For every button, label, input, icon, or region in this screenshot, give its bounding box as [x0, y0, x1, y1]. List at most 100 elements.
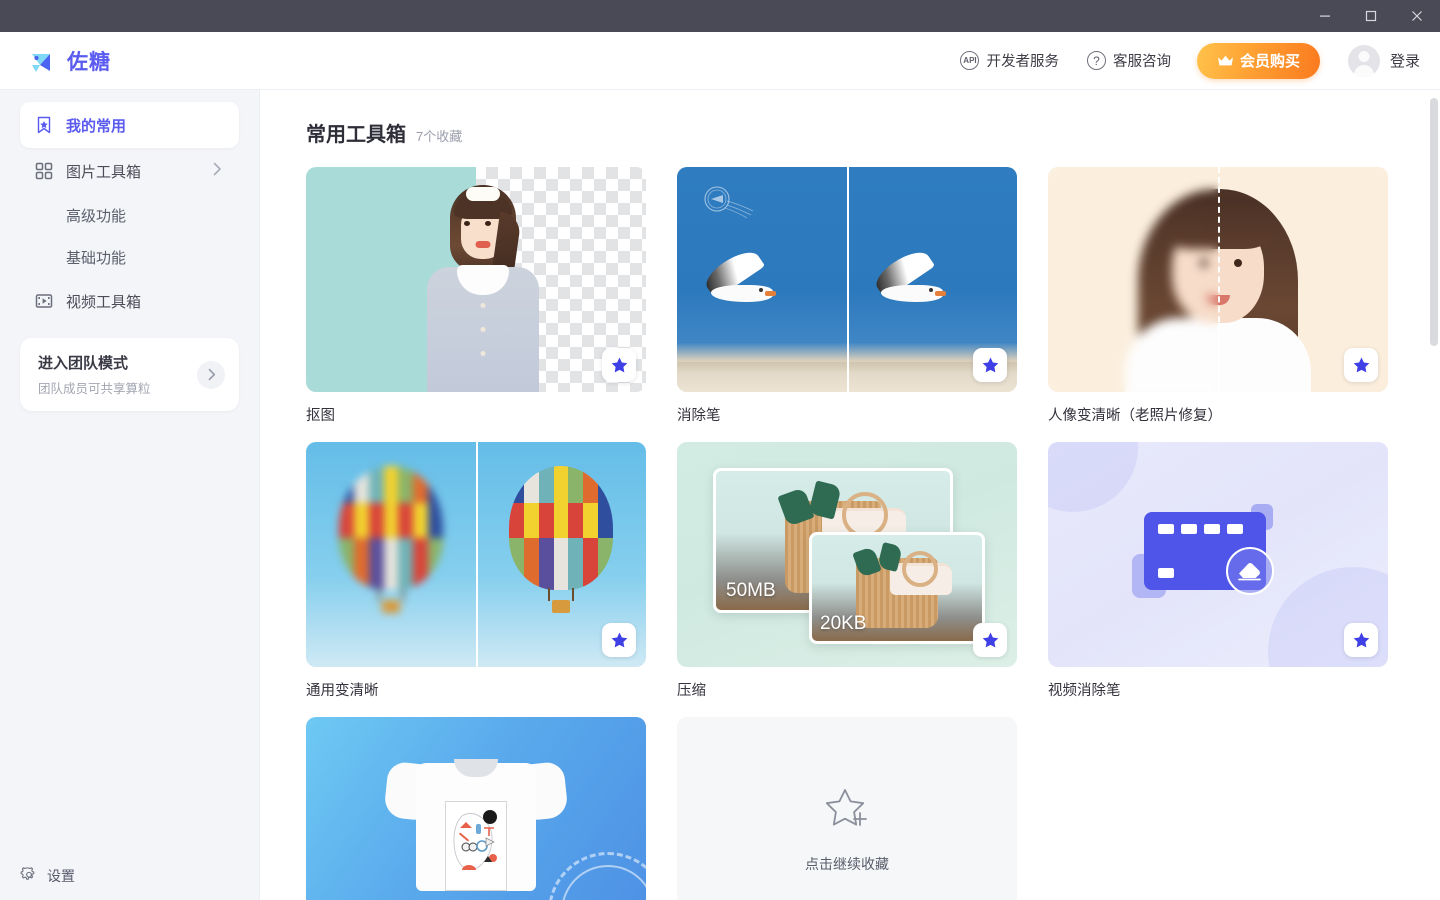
page-header: 常用工具箱 7个收藏	[306, 118, 1440, 147]
developer-service-label: 开发者服务	[986, 54, 1059, 70]
tool-card-watermark[interactable]: 添加	[306, 717, 646, 900]
sidebar-item-label: 视频工具箱	[66, 293, 142, 311]
sidebar-item-basic-features[interactable]: 基础功能	[20, 236, 239, 278]
login-label: 登录	[1389, 53, 1420, 70]
settings-button[interactable]: 设置	[20, 865, 75, 886]
brand-logo[interactable]: 佐糖	[20, 45, 111, 77]
team-mode-title: 进入团队模式	[38, 355, 129, 372]
tool-card-label: 抠图	[306, 408, 335, 424]
question-circle-icon: ?	[1086, 51, 1106, 70]
app-body: 我的常用 图片工具箱 高级功能 基础功能 视频工具箱 进入团队模式 团队成员可共…	[0, 90, 1440, 900]
settings-label: 设置	[47, 867, 75, 884]
sidebar-item-label: 高级功能	[66, 207, 127, 225]
hot-air-balloon-blurred	[339, 466, 443, 590]
size-before-label: 50MB	[726, 580, 776, 601]
close-icon	[1412, 11, 1422, 21]
film-icon	[34, 291, 54, 311]
tool-card-label: 视频消除笔	[1048, 683, 1121, 699]
sidebar-item-advanced-features[interactable]: 高级功能	[20, 194, 239, 236]
customer-support-button[interactable]: ? 客服咨询	[1073, 44, 1185, 77]
tool-card-label: 压缩	[677, 683, 706, 699]
tool-card-thumbnail: 添加	[306, 717, 646, 900]
tool-card-thumbnail	[677, 167, 1017, 392]
sidebar-item-label: 我的常用	[66, 117, 127, 135]
blurred-half	[1048, 167, 1218, 392]
tool-card-video-eraser[interactable]: 视频消除笔	[1048, 442, 1388, 700]
size-after-label: 20KB	[820, 613, 867, 634]
developer-service-button[interactable]: API 开发者服务	[946, 44, 1073, 77]
vip-purchase-label: 会员购买	[1239, 53, 1300, 70]
star-icon	[982, 632, 998, 647]
tool-card-compress[interactable]: 50MB 20KB 压缩	[677, 442, 1017, 700]
tool-card-label: 通用变清晰	[306, 683, 379, 699]
chevron-right-icon	[209, 161, 225, 181]
favorite-star-badge[interactable]	[602, 623, 636, 657]
sidebar-item-my-favorites[interactable]: 我的常用	[20, 102, 239, 148]
minimize-icon	[1320, 15, 1330, 17]
close-button[interactable]	[1394, 0, 1440, 32]
sidebar-item-label: 基础功能	[66, 249, 127, 267]
minimize-button[interactable]	[1302, 0, 1348, 32]
before-after-divider	[476, 442, 478, 667]
favorite-star-badge[interactable]	[973, 348, 1007, 382]
star-icon	[611, 357, 627, 372]
favorites-count: 7个收藏	[416, 129, 463, 144]
blurred-half	[306, 442, 476, 667]
gear-icon	[20, 865, 38, 886]
favorite-star-badge[interactable]	[1344, 348, 1378, 382]
before-after-divider	[1218, 167, 1220, 392]
tool-card-thumbnail	[306, 167, 646, 392]
photo-after: 20KB	[809, 532, 985, 644]
maximize-button[interactable]	[1348, 0, 1394, 32]
bookmark-star-icon	[34, 115, 54, 135]
tool-card-portrait-restore[interactable]: 人像变清晰（老照片修复）	[1048, 167, 1388, 425]
tool-card-label: 消除笔	[677, 408, 721, 424]
window-titlebar	[0, 0, 1440, 32]
team-mode-card[interactable]: 进入团队模式 团队成员可共享算粒	[20, 338, 239, 411]
grid-squares-icon	[34, 161, 54, 181]
favorite-star-badge[interactable]	[602, 348, 636, 382]
sidebar-item-image-toolbox[interactable]: 图片工具箱	[20, 148, 239, 194]
hot-air-balloon-sharp	[509, 466, 613, 590]
star-icon	[982, 357, 998, 372]
team-mode-subtitle: 团队成员可共享算粒	[38, 382, 151, 396]
girl-eye-right	[1234, 259, 1242, 267]
tool-card-cutout[interactable]: 抠图	[306, 167, 646, 425]
eraser-icon	[1226, 547, 1274, 595]
header-actions: API 开发者服务 ? 客服咨询 会员购买 登录	[946, 42, 1420, 79]
tool-card-upscale[interactable]: 通用变清晰	[306, 442, 646, 700]
tool-card-eraser[interactable]: 消除笔	[677, 167, 1017, 425]
avatar-icon	[1347, 44, 1380, 77]
logo-icon	[26, 45, 58, 77]
chevron-right-icon[interactable]	[197, 360, 225, 389]
tshirt-graphic	[383, 741, 569, 891]
star-plus-icon	[821, 785, 873, 840]
star-icon	[611, 632, 627, 647]
favorite-star-badge[interactable]	[973, 623, 1007, 657]
add-favorite-dropzone[interactable]: 点击继续收藏	[677, 717, 1017, 900]
tool-card-thumbnail	[1048, 442, 1388, 667]
star-icon	[1353, 632, 1369, 647]
main-scrollbar-thumb[interactable]	[1430, 98, 1438, 346]
sidebar: 我的常用 图片工具箱 高级功能 基础功能 视频工具箱 进入团队模式 团队成员可共…	[0, 90, 260, 900]
tool-card-grid: 抠图 消除笔 人像变清晰（老照片修复） 通用变清晰 50MB 20KB 压缩 视…	[306, 167, 1398, 900]
sidebar-item-video-toolbox[interactable]: 视频工具箱	[20, 278, 239, 324]
add-favorite-card[interactable]: 点击继续收藏	[677, 717, 1017, 900]
app-header: 佐糖 API 开发者服务 ? 客服咨询 会员购买 登录	[0, 32, 1440, 90]
page-title: 常用工具箱	[306, 124, 406, 146]
main-content: 常用工具箱 7个收藏 抠图 消除笔 人像变清晰（老照片修复） 通用变清晰 50M…	[260, 90, 1440, 900]
vip-purchase-button[interactable]: 会员购买	[1196, 42, 1320, 79]
crown-icon	[1217, 55, 1233, 65]
add-favorite-label: 点击继续收藏	[805, 856, 889, 872]
watermark-stamp-text: 添加	[582, 894, 634, 900]
main-scrollbar-track[interactable]	[1428, 90, 1440, 900]
tool-card-thumbnail	[1048, 167, 1388, 392]
customer-support-label: 客服咨询	[1112, 54, 1171, 70]
tool-card-label: 人像变清晰（老照片修复）	[1048, 408, 1222, 424]
before-after-divider	[847, 167, 849, 392]
watermark-graphic	[701, 185, 765, 229]
tool-card-thumbnail	[306, 442, 646, 667]
sidebar-item-label: 图片工具箱	[66, 163, 142, 181]
login-button[interactable]: 登录	[1347, 44, 1420, 77]
favorite-star-badge[interactable]	[1344, 623, 1378, 657]
